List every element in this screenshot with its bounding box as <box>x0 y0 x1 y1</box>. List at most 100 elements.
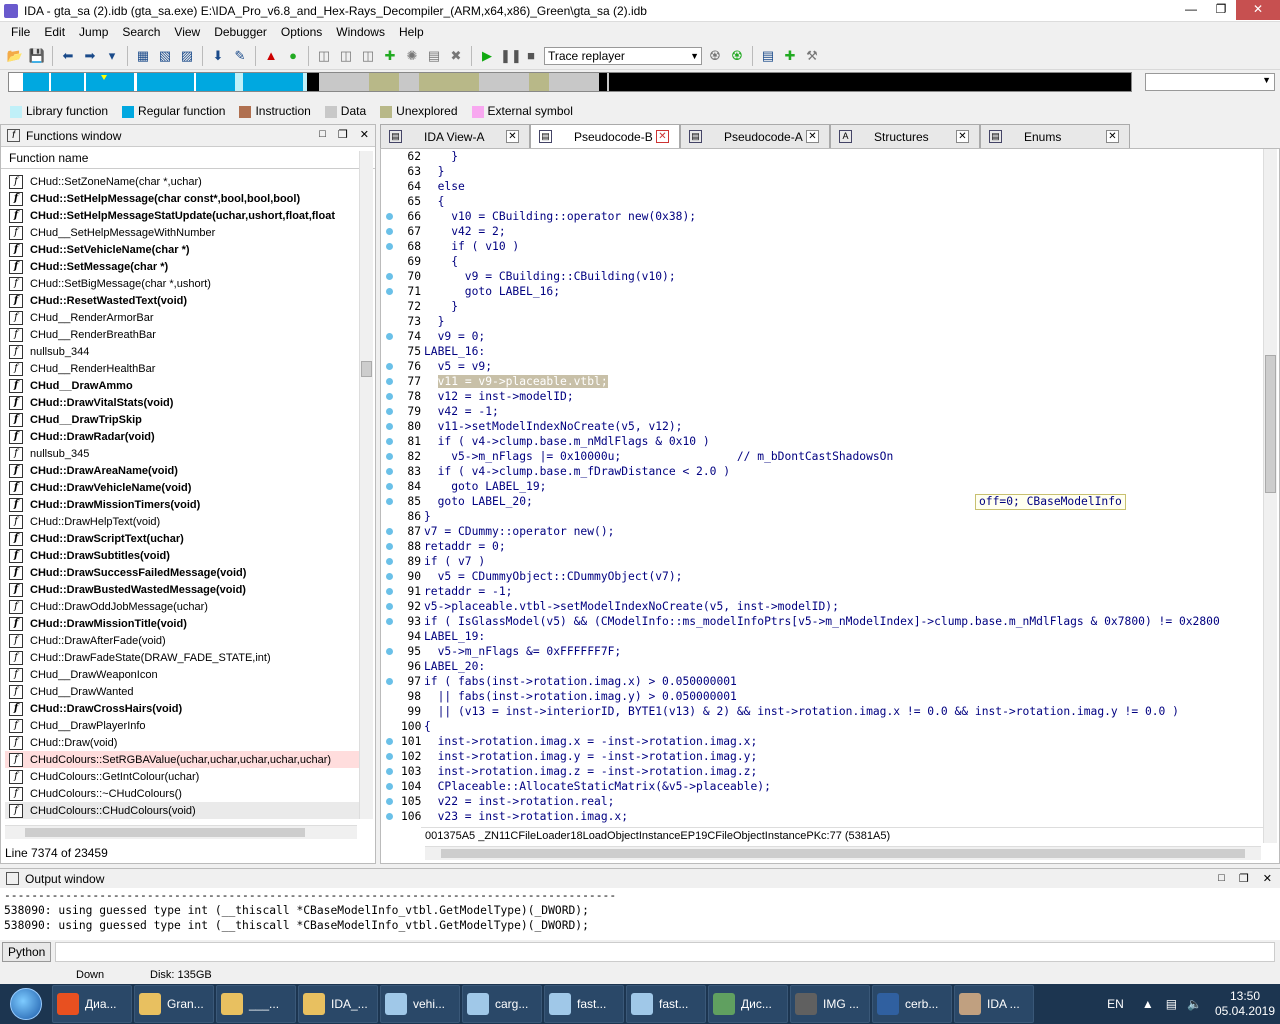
code-line[interactable]: 68 if ( v10 ) <box>381 239 1265 254</box>
breakpoint-list-icon[interactable]: ▤ <box>759 47 777 65</box>
code-line[interactable]: 100{ <box>381 719 1265 734</box>
code-line[interactable]: 106 v23 = inst->rotation.imag.x; <box>381 809 1265 824</box>
function-list-item[interactable]: f CHud__DrawWeaponIcon <box>5 666 359 683</box>
code-line[interactable]: 72 } <box>381 299 1265 314</box>
code-line[interactable]: 65 { <box>381 194 1265 209</box>
taskbar-task[interactable]: fast... <box>626 985 706 1023</box>
function-list-hscroll[interactable] <box>5 825 357 839</box>
function-list-item[interactable]: f CHud::DrawOddJobMessage(uchar) <box>5 598 359 615</box>
code-line[interactable]: 93 if ( IsGlassModel(v5) && (CModelInfo::… <box>381 614 1265 629</box>
breakpoint-dot-icon[interactable] <box>386 558 393 565</box>
breakpoint-dot-icon[interactable] <box>386 288 393 295</box>
function-list-item[interactable]: f CHud::DrawScriptText(uchar) <box>5 530 359 547</box>
tab-enums[interactable]: ▤ Enums ✕ <box>980 124 1130 148</box>
code-line[interactable]: 77 v11 = v9->placeable.vtbl; <box>381 374 1265 389</box>
function-list-item[interactable]: f CHud::ResetWastedText(void) <box>5 292 359 309</box>
code-line[interactable]: 70 v9 = CBuilding::CBuilding(v10); <box>381 269 1265 284</box>
code-line[interactable]: 86} <box>381 509 1265 524</box>
function-list-item[interactable]: f CHud::DrawMissionTitle(void) <box>5 615 359 632</box>
function-list-item[interactable]: f CHud__DrawTripSkip <box>5 411 359 428</box>
function-list-item[interactable]: f CHud::DrawBustedWastedMessage(void) <box>5 581 359 598</box>
breakpoint-dot-icon[interactable] <box>386 753 393 760</box>
code-line[interactable]: 82 v5->m_nFlags |= 0x10000u; // m_bDontC… <box>381 449 1265 464</box>
python-button[interactable]: Python <box>2 942 52 962</box>
function-list-item[interactable]: f CHudColours::~CHudColours() <box>5 785 359 802</box>
run-icon[interactable]: ▶ <box>478 47 496 65</box>
float-icon[interactable]: ❐ <box>338 128 348 141</box>
code-line[interactable]: 76 v5 = v9; <box>381 359 1265 374</box>
code-line[interactable]: 97 if ( fabs(inst->rotation.imag.x) > 0.0… <box>381 674 1265 689</box>
code-line[interactable]: 99 || (v13 = inst->interiorID, BYTE1(v13… <box>381 704 1265 719</box>
code-line[interactable]: 91 retaddr = -1; <box>381 584 1265 599</box>
breakpoint-dot-icon[interactable] <box>386 378 393 385</box>
breakpoint-dot-icon[interactable] <box>386 783 393 790</box>
code-line[interactable]: 87 v7 = CDummy::operator new(); <box>381 524 1265 539</box>
code-line[interactable]: 81 if ( v4->clump.base.m_nMdlFlags & 0x1… <box>381 434 1265 449</box>
breakpoint-dot-icon[interactable] <box>386 678 393 685</box>
menu-windows[interactable]: Windows <box>329 25 392 39</box>
code-line[interactable]: 98 || fabs(inst->rotation.imag.y) > 0.05… <box>381 689 1265 704</box>
code-line[interactable]: 104 CPlaceable::AllocateStaticMatrix(&v5… <box>381 779 1265 794</box>
code-line[interactable]: 69 { <box>381 254 1265 269</box>
breakpoint-dot-icon[interactable] <box>386 528 393 535</box>
breakpoint-dot-icon[interactable] <box>386 393 393 400</box>
function-list-item[interactable]: f CHud::DrawCrossHairs(void) <box>5 700 359 717</box>
menu-edit[interactable]: Edit <box>37 25 72 39</box>
breakpoint-dot-icon[interactable] <box>386 603 393 610</box>
tab-close-icon[interactable]: ✕ <box>956 130 969 143</box>
breakpoint-dot-icon[interactable] <box>386 483 393 490</box>
taskbar-task[interactable]: IDA ... <box>954 985 1034 1023</box>
function-list-item[interactable]: f nullsub_345 <box>5 445 359 462</box>
code-line[interactable]: 62 } <box>381 149 1265 164</box>
function-list-item[interactable]: f CHud::SetHelpMessageStatUpdate(uchar,us… <box>5 207 359 224</box>
segment-select[interactable]: ▼ <box>1145 73 1275 91</box>
function-list-item[interactable]: f CHud__RenderArmorBar <box>5 309 359 326</box>
menu-debugger[interactable]: Debugger <box>207 25 274 39</box>
taskbar-task[interactable]: ___... <box>216 985 296 1023</box>
close-icon[interactable]: ✕ <box>360 128 369 141</box>
green-dot-icon[interactable]: ● <box>284 47 302 65</box>
breakpoint-dot-icon[interactable] <box>386 363 393 370</box>
breakpoint-dot-icon[interactable] <box>386 798 393 805</box>
function-list-item[interactable]: f CHudColours::SetRGBAValue(uchar,uchar,u… <box>5 751 359 768</box>
pseudocode-hscroll[interactable] <box>425 846 1261 860</box>
menu-search[interactable]: Search <box>115 25 167 39</box>
code-line[interactable]: 64 else <box>381 179 1265 194</box>
function-list-item[interactable]: f CHud__RenderBreathBar <box>5 326 359 343</box>
taskbar-task[interactable]: cerb... <box>872 985 952 1023</box>
code-line[interactable]: 75 LABEL_16: <box>381 344 1265 359</box>
code-line[interactable]: 66 v10 = CBuilding::operator new(0x38); <box>381 209 1265 224</box>
struct-add-icon[interactable]: ◫ <box>337 47 355 65</box>
breakpoint-dot-icon[interactable] <box>386 768 393 775</box>
code-line[interactable]: 71 goto LABEL_16; <box>381 284 1265 299</box>
menu-help[interactable]: Help <box>392 25 431 39</box>
code-line[interactable]: 105 v22 = inst->rotation.real; <box>381 794 1265 809</box>
code-line[interactable]: 90 v5 = CDummyObject::CDummyObject(v7); <box>381 569 1265 584</box>
function-list-item[interactable]: f CHud__DrawWanted <box>5 683 359 700</box>
breakpoint-dot-icon[interactable] <box>386 408 393 415</box>
tab-pseudocode-b[interactable]: ▤ Pseudocode-B ✕ <box>530 124 680 148</box>
code-line[interactable]: 79 v42 = -1; <box>381 404 1265 419</box>
add-green-icon[interactable]: ✚ <box>381 47 399 65</box>
function-list-item[interactable]: f CHud::DrawSuccessFailedMessage(void) <box>5 564 359 581</box>
menu-options[interactable]: Options <box>274 25 329 39</box>
struct-edit-icon[interactable]: ◫ <box>359 47 377 65</box>
volume-icon[interactable]: 🔈 <box>1187 997 1202 1011</box>
code-line[interactable]: 80 v11->setModelIndexNoCreate(v5, v12); <box>381 419 1265 434</box>
jump-down-icon[interactable]: ⬇ <box>209 47 227 65</box>
function-list-item[interactable]: f CHud::SetZoneName(char *,uchar) <box>5 173 359 190</box>
function-list-item[interactable]: f CHud::DrawSubtitles(void) <box>5 547 359 564</box>
dropdown-icon[interactable]: ▾ <box>103 47 121 65</box>
breakpoint-dot-icon[interactable] <box>386 543 393 550</box>
minimize-button[interactable]: — <box>1176 0 1206 20</box>
breakpoint-dot-icon[interactable] <box>386 738 393 745</box>
taskbar-task[interactable]: vehi... <box>380 985 460 1023</box>
code-line[interactable]: 92 v5->placeable.vtbl->setModelIndexNoCre… <box>381 599 1265 614</box>
taskbar-task[interactable]: Дис... <box>708 985 788 1023</box>
text-search-icon[interactable]: ▧ <box>156 47 174 65</box>
cli-input[interactable] <box>55 942 1276 962</box>
breakpoint-dot-icon[interactable] <box>386 228 393 235</box>
back-arrow-icon[interactable]: ⬅ <box>59 47 77 65</box>
column-header-function-name[interactable]: Function name <box>1 147 375 169</box>
code-line[interactable]: 83 if ( v4->clump.base.m_fDrawDistance <… <box>381 464 1265 479</box>
